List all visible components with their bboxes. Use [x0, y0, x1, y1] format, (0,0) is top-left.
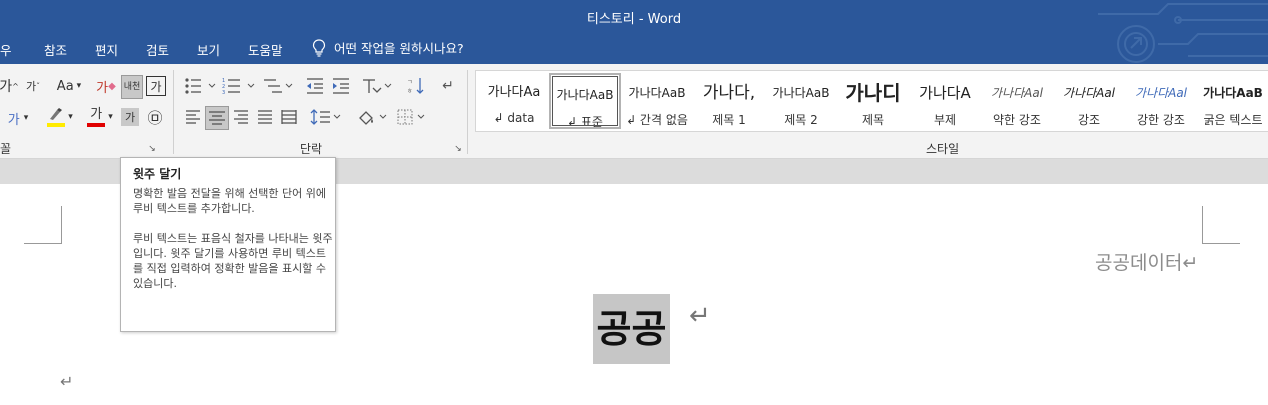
style-no-spacing[interactable]: 가나다AaB ↲ 간격 없음	[621, 73, 693, 129]
tooltip-body: 명확한 발음 전달을 위해 선택한 단어 위에 루비 텍스트를 추가합니다. 루…	[133, 186, 333, 291]
ribbon: 가 ^ 가ˇ Aa ▾ 가 ◆ 내천 가 가 ▾ ▾ 가 ▾ 가 ㉤ 꼴 ↘ 123	[0, 64, 1268, 159]
margin-corner-mark	[1202, 206, 1240, 244]
multilevel-list-button[interactable]	[262, 76, 294, 96]
font-color-button[interactable]: 가 ▾	[82, 106, 118, 128]
asian-layout-button[interactable]	[361, 76, 393, 96]
align-right-button[interactable]	[232, 108, 250, 126]
highlight-color-button[interactable]: ▾	[42, 106, 78, 128]
tab-mailings[interactable]: 편지	[95, 40, 118, 59]
style-emphasis[interactable]: 가나다Aal 강조	[1053, 73, 1125, 129]
svg-text:ㅎ: ㅎ	[407, 88, 413, 95]
style-title[interactable]: 가나디 제목	[837, 73, 909, 129]
borders-button[interactable]	[396, 108, 428, 126]
tab-references[interactable]: 참조	[44, 40, 67, 59]
shrink-font-button[interactable]: 가ˇ	[24, 76, 42, 96]
paragraph-mark-icon: ↵	[60, 372, 74, 391]
text-effects-button[interactable]: 가 ▾	[0, 108, 36, 128]
tab-help[interactable]: 도움말	[248, 40, 283, 59]
bullets-button[interactable]	[184, 76, 218, 96]
increase-indent-button[interactable]	[331, 76, 351, 96]
styles-gallery: 가나다Aa ↲ data 가나다AaB ↲ 표준 가나다AaB ↲ 간격 없음 …	[475, 70, 1268, 132]
tab-review[interactable]: 검토	[146, 40, 169, 59]
font-dialog-launcher-icon[interactable]: ↘	[146, 143, 158, 155]
title-decoration-icon	[1098, 3, 1268, 63]
align-center-button[interactable]	[205, 106, 229, 130]
style-normal[interactable]: 가나다AaB ↲ 표준	[549, 73, 621, 129]
tell-me-search[interactable]: 어떤 작업을 원하시나요?	[312, 38, 464, 57]
phonetic-guide-tooltip: 윗주 달기 명확한 발음 전달을 위해 선택한 단어 위에 루비 텍스트를 추가…	[120, 157, 336, 332]
change-case-button[interactable]: Aa ▾	[51, 76, 87, 96]
margin-corner-mark	[24, 206, 62, 244]
group-divider	[467, 70, 468, 154]
tooltip-paragraph: 루비 텍스트는 표음식 철자를 나타내는 윗주입니다. 윗주 달기를 사용하면 …	[133, 232, 333, 290]
show-formatting-marks-icon[interactable]: ↵	[438, 76, 458, 96]
font-group-label: 꼴	[0, 142, 12, 156]
header-text[interactable]: 공공데이터↵	[1095, 248, 1198, 275]
style-heading-1[interactable]: 가나다, 제목 1	[693, 73, 765, 129]
clear-formatting-button[interactable]: 가 ◆	[96, 76, 116, 96]
character-border-button[interactable]: 가	[146, 76, 166, 96]
lightbulb-icon	[312, 38, 326, 57]
phonetic-guide-button[interactable]: 내천	[121, 75, 143, 99]
align-left-button[interactable]	[184, 108, 202, 126]
decrease-indent-button[interactable]	[305, 76, 325, 96]
style-subtitle[interactable]: 가나다A 부제	[909, 73, 981, 129]
numbering-button[interactable]: 123	[222, 76, 258, 96]
tooltip-title: 윗주 달기	[133, 167, 182, 181]
title-bar: 티스토리 - Word	[0, 0, 1268, 33]
svg-text:ㄱ: ㄱ	[407, 79, 413, 86]
sort-button[interactable]: ㄱㅎ	[406, 76, 426, 96]
line-spacing-button[interactable]	[310, 108, 342, 126]
paragraph-mark-icon: ↵	[689, 301, 711, 331]
shading-button[interactable]	[356, 108, 388, 126]
style-intense-emphasis[interactable]: 가나다Aal 강한 강조	[1125, 73, 1197, 129]
tell-me-label: 어떤 작업을 원하시나요?	[334, 41, 464, 56]
grow-font-button[interactable]: 가 ^	[0, 76, 19, 96]
tab-layout[interactable]: 우	[0, 40, 12, 59]
justify-button[interactable]	[256, 108, 274, 126]
character-shading-button[interactable]: 가	[121, 108, 139, 126]
ribbon-tabs: 우 참조 편지 검토 보기 도움말 어떤 작업을 원하시나요?	[0, 33, 1268, 64]
tooltip-paragraph: 명확한 발음 전달을 위해 선택한 단어 위에 루비 텍스트를 추가합니다.	[133, 187, 327, 215]
style-heading-2[interactable]: 가나다AaB 제목 2	[765, 73, 837, 129]
style-subtle-emphasis[interactable]: 가나다Aal 약한 강조	[981, 73, 1053, 129]
tab-view[interactable]: 보기	[197, 40, 220, 59]
selected-text[interactable]: 공공	[593, 294, 670, 364]
paragraph-group-label: 단락	[300, 142, 323, 156]
svg-text:3: 3	[222, 90, 225, 96]
window-title: 티스토리 - Word	[586, 12, 682, 27]
styles-group-label: 스타일	[926, 142, 960, 156]
enclose-characters-button[interactable]: ㉤	[145, 108, 165, 127]
paragraph-dialog-launcher-icon[interactable]: ↘	[452, 143, 464, 155]
style-data[interactable]: 가나다Aa ↲ data	[478, 73, 550, 129]
highlighter-icon	[50, 108, 63, 120]
distributed-button[interactable]	[280, 108, 298, 126]
group-divider	[173, 70, 174, 154]
style-strong[interactable]: 가나다AaB 굵은 텍스트	[1197, 73, 1268, 129]
